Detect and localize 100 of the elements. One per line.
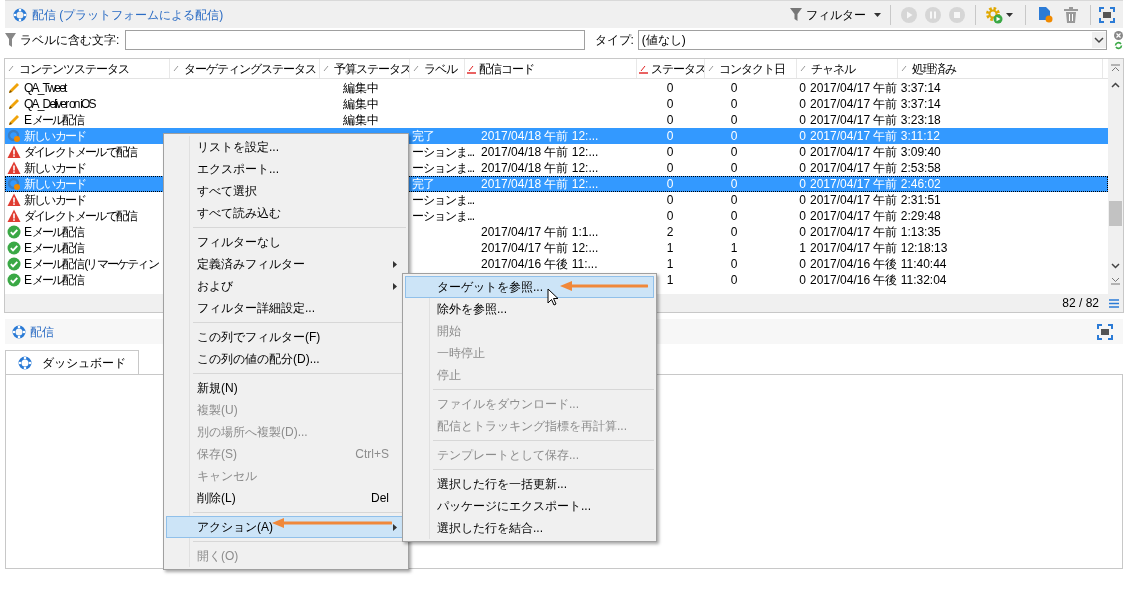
menu-item[interactable]: この列でフィルター(F) bbox=[166, 326, 406, 348]
table-cell: 2017/04/17 午前 2:29:48 bbox=[810, 209, 941, 223]
table-cell-text: QA_Tweet bbox=[24, 80, 66, 97]
table-cell: 0 bbox=[730, 113, 738, 127]
trash-icon[interactable] bbox=[1064, 6, 1078, 23]
table-cell: 0 bbox=[666, 97, 674, 111]
column-header[interactable]: コンタクト日 bbox=[705, 59, 797, 78]
column-header[interactable]: チャネル bbox=[797, 59, 898, 78]
table-cell: 0 bbox=[666, 193, 674, 207]
column-header[interactable]: ターゲティングステータス bbox=[170, 59, 320, 78]
menu-item[interactable]: フィルター詳細設定... bbox=[166, 297, 406, 319]
ring-icon bbox=[7, 129, 21, 143]
table-cell: 0 bbox=[799, 129, 806, 143]
shortcut-label: Ctrl+S bbox=[355, 446, 389, 463]
table-cell: 編集中 bbox=[343, 81, 379, 95]
menu-item[interactable]: 選択した行を一括更新... bbox=[405, 473, 654, 495]
menu-item[interactable]: 新規(N) bbox=[166, 377, 406, 399]
table-cell-text: 新しいカード bbox=[24, 128, 86, 145]
table-cell: 0 bbox=[666, 113, 674, 127]
column-header[interactable]: 配信コード bbox=[465, 59, 637, 78]
table-cell: 0 bbox=[730, 273, 738, 287]
menu-item[interactable]: ターゲットを参照... bbox=[405, 276, 654, 298]
menu-item[interactable]: 除外を参照... bbox=[405, 298, 654, 320]
record-count: 82 / 82 bbox=[1062, 295, 1099, 312]
table-cell: 2017/04/17 午前 1:1... bbox=[481, 225, 599, 239]
table-cell: 0 bbox=[799, 113, 806, 127]
menu-item[interactable]: 選択した行を結合... bbox=[405, 517, 654, 539]
table-cell: 0 bbox=[666, 177, 674, 191]
column-header[interactable]: 処理済み bbox=[898, 59, 1103, 78]
table-cell: 0 bbox=[730, 97, 738, 111]
column-header[interactable]: ラベル bbox=[410, 59, 465, 78]
table-cell: 2 bbox=[666, 225, 674, 239]
pencil-icon bbox=[7, 97, 21, 111]
table-cell: ーションま... bbox=[412, 145, 474, 159]
logo-icon bbox=[12, 324, 26, 339]
table-cell: 0 bbox=[730, 209, 738, 223]
text-filter-field[interactable] bbox=[125, 30, 585, 50]
table-cell: 2017/04/17 午前 1:13:35 bbox=[810, 225, 941, 239]
menu-item[interactable]: 削除(L) Del bbox=[166, 487, 406, 509]
check-icon bbox=[7, 241, 21, 255]
menu-item[interactable]: この列の値の配分(D)... bbox=[166, 348, 406, 370]
table-cell: 2017/04/17 午前 12:... bbox=[481, 241, 599, 255]
table-cell: 0 bbox=[799, 177, 806, 191]
table-cell: 0 bbox=[799, 161, 806, 175]
scroll-up-icon[interactable] bbox=[1111, 82, 1120, 88]
warning-icon bbox=[7, 209, 21, 223]
table-cell: 1 bbox=[666, 273, 674, 287]
scroll-bottom-icon[interactable] bbox=[1111, 277, 1120, 285]
table-cell: 1 bbox=[666, 241, 674, 255]
table-cell: 2017/04/18 午前 12:... bbox=[481, 161, 599, 175]
sort-icon bbox=[412, 63, 421, 74]
table-cell-text: E メール配信 bbox=[24, 224, 83, 241]
refresh-icon[interactable] bbox=[1114, 40, 1123, 50]
warning-icon bbox=[7, 145, 21, 159]
table-cell: 2017/04/16 午後 11:... bbox=[481, 257, 598, 271]
menu-item[interactable]: パッケージにエクスポート... bbox=[405, 495, 654, 517]
sort-icon bbox=[639, 63, 648, 74]
filter-label: ラベルに含む文字: bbox=[20, 32, 120, 49]
table-cell: 0 bbox=[666, 145, 674, 159]
list-icon[interactable] bbox=[1109, 298, 1119, 308]
table-cell: ーションま... bbox=[412, 161, 474, 175]
sort-icon bbox=[799, 63, 808, 74]
column-header[interactable]: ステータス bbox=[637, 59, 705, 78]
clear-icon[interactable] bbox=[1114, 30, 1123, 40]
menu-item[interactable]: および bbox=[166, 275, 406, 297]
table-cell: 完了 bbox=[412, 177, 434, 191]
fullscreen-icon[interactable] bbox=[1097, 323, 1113, 340]
fullscreen-icon[interactable] bbox=[1099, 6, 1115, 23]
scrollbar[interactable] bbox=[1108, 59, 1123, 294]
table-cell: 0 bbox=[730, 145, 738, 159]
sort-icon bbox=[467, 63, 476, 74]
filter-label: タイプ: bbox=[594, 32, 634, 49]
column-header[interactable]: 予算ステータス bbox=[320, 59, 410, 78]
check-icon bbox=[7, 257, 21, 271]
table-cell: ーションま... bbox=[412, 209, 474, 223]
table-cell: 1 bbox=[666, 257, 674, 271]
table-cell: 0 bbox=[799, 225, 806, 239]
filter-icon bbox=[5, 33, 16, 47]
table-cell-text: E メール配信 (リマーケティン bbox=[24, 256, 158, 273]
scroll-top-icon[interactable] bbox=[1111, 64, 1120, 72]
tab[interactable]: ダッシュボード bbox=[5, 350, 139, 374]
sort-icon bbox=[7, 63, 16, 74]
ring-icon bbox=[7, 177, 21, 191]
warning-icon bbox=[7, 193, 21, 207]
menu-item[interactable]: 定義済みフィルター bbox=[166, 253, 406, 275]
scrollbar-thumb[interactable] bbox=[1109, 201, 1122, 226]
table-cell: 0 bbox=[666, 161, 674, 175]
type-dropdown[interactable]: (値なし) bbox=[637, 30, 1107, 50]
table-cell: 1 bbox=[730, 241, 738, 255]
table-cell-text: E メール配信 bbox=[24, 272, 83, 289]
scroll-down-icon[interactable] bbox=[1111, 263, 1120, 269]
column-header[interactable]: コンテンツステータス bbox=[5, 59, 170, 78]
table-cell: 0 bbox=[799, 273, 806, 287]
table-cell-text: ダイレクトメールで配信 bbox=[24, 144, 137, 161]
caret-icon[interactable] bbox=[1006, 12, 1013, 17]
filter-button[interactable]: フィルター bbox=[787, 3, 884, 26]
pencil-icon bbox=[7, 113, 21, 127]
warning-icon bbox=[7, 161, 21, 175]
document-icon[interactable] bbox=[1037, 5, 1053, 24]
table-cell: 2017/04/17 午前 2:46:02 bbox=[810, 177, 941, 191]
